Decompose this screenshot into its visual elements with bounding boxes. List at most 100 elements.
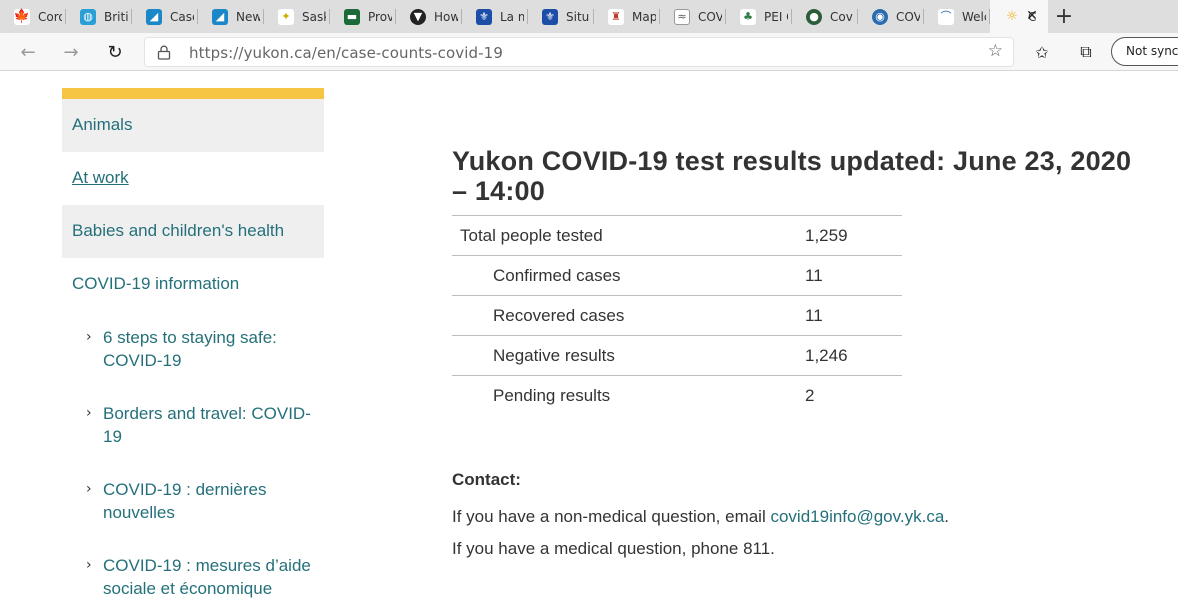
tab-title: COVII — [896, 9, 920, 24]
sidebar-subitem-label[interactable]: Borders and travel: COVID-19 — [103, 404, 311, 446]
sidebar-accent-bar — [62, 88, 324, 99]
tab-title: Covic — [830, 9, 854, 24]
manitoba-icon: ▬ — [344, 8, 360, 25]
tab-title: News — [236, 9, 260, 24]
sidebar-subitem[interactable]: › Borders and travel: COVID-19 — [62, 402, 324, 448]
sidebar-subitem-label[interactable]: 6 steps to staying safe: COVID-19 — [103, 328, 277, 370]
browser-tab[interactable]: ⌒ Welco — [924, 0, 990, 33]
browser-tab[interactable]: ⚜ La ma — [462, 0, 528, 33]
address-bar[interactable]: https://yukon.ca/en/case-counts-covid-19… — [144, 37, 1014, 67]
tab-title: PEI C — [764, 9, 788, 24]
sidebar-subitem[interactable]: › COVID-19 : mesures d’aide sociale et é… — [62, 554, 324, 600]
page-title: Yukon COVID-19 test results updated: Jun… — [452, 146, 1132, 206]
maple-leaf-icon: 🍁 — [13, 8, 31, 25]
browser-tab[interactable]: ◢ News — [198, 0, 264, 33]
test-results-table: Total people tested 1,259 Confirmed case… — [452, 215, 902, 416]
tab-title: Coror — [38, 9, 62, 24]
browser-tab[interactable]: ≈ COVII — [660, 0, 726, 33]
nl-icon: ● — [806, 8, 822, 25]
quebec-icon: ⚜ — [476, 8, 492, 25]
pei-icon: ♣ — [740, 8, 756, 25]
url-text[interactable]: https://yukon.ca/en/case-counts-covid-19 — [189, 44, 503, 62]
chevron-right-icon: › — [86, 329, 92, 345]
results-value: 2 — [805, 385, 815, 405]
browser-tab[interactable]: ⚜ Situat — [528, 0, 594, 33]
results-value: 11 — [797, 295, 902, 336]
main-content: Yukon COVID-19 test results updated: Jun… — [452, 146, 1152, 559]
forward-arrow-icon[interactable]: → — [57, 38, 85, 66]
results-value: 1,246 — [797, 335, 902, 376]
tab-title: COVII — [698, 9, 722, 24]
table-row: Pending results 2 — [452, 376, 902, 416]
browser-tab[interactable]: ◢ Cases — [132, 0, 198, 33]
nunavut-icon: ⌒ — [938, 8, 954, 25]
tab-title: Provi — [368, 9, 392, 24]
close-tab-icon[interactable]: ✕ — [1024, 8, 1040, 24]
tab-title: Britisl — [104, 9, 128, 24]
table-row: Negative results 1,246 — [452, 335, 902, 376]
table-row: Confirmed cases 11 — [452, 255, 902, 296]
browser-tab[interactable]: ▼ How — [396, 0, 462, 33]
sidebar-item-animals[interactable]: Animals — [62, 99, 324, 152]
alberta-icon: ◢ — [212, 8, 228, 25]
nwt-icon: ◉ — [872, 8, 888, 25]
sidebar-item-babies-children-health[interactable]: Babies and children's health — [62, 205, 324, 258]
sidebar-nav: Animals At work Babies and children's he… — [62, 88, 324, 600]
contact-email-suffix: . — [944, 506, 950, 526]
contact-email-link[interactable]: covid19info@gov.yk.ca — [770, 507, 944, 526]
contact-email-line: If you have a non-medical question, emai… — [452, 507, 1152, 527]
sask-icon: ✦ — [278, 8, 294, 25]
browser-tab[interactable]: ▬ Provi — [330, 0, 396, 33]
browser-tab[interactable]: ◉ COVII — [858, 0, 924, 33]
tab-title: La ma — [500, 9, 524, 24]
browser-toolbar: ← → ↻ https://yukon.ca/en/case-counts-co… — [0, 33, 1178, 71]
browser-tab[interactable]: ♜ Maps — [594, 0, 660, 33]
chevron-right-icon: › — [86, 405, 92, 421]
browser-tab[interactable]: ♣ PEI C — [726, 0, 792, 33]
results-value: 1,259 — [797, 215, 902, 256]
favorite-star-icon[interactable]: ☆ — [988, 41, 1003, 61]
nb-icon: ♜ — [608, 8, 624, 25]
contact-email-prefix: If you have a non-medical question, emai… — [452, 506, 771, 526]
browser-tab[interactable]: 🍁 Coror — [0, 0, 66, 33]
tab-title: Maps — [632, 9, 656, 24]
tab-title: Saska — [302, 9, 326, 24]
sidebar-subitem[interactable]: › 6 steps to staying safe: COVID-19 — [62, 326, 324, 372]
chevron-right-icon: › — [86, 481, 92, 497]
results-value: 11 — [797, 255, 902, 296]
contact-heading: Contact: — [452, 469, 521, 489]
tab-title: How — [434, 9, 458, 24]
tab-title: Welco — [962, 9, 986, 24]
browser-tab[interactable]: ◍ Britisl — [66, 0, 132, 33]
profile-sync-button[interactable]: Not syncing — [1111, 37, 1178, 66]
back-arrow-icon[interactable]: ← — [14, 38, 42, 66]
chevron-right-icon: › — [86, 557, 92, 573]
collections-icon[interactable]: ⧉ — [1072, 38, 1100, 66]
bc-icon: ◍ — [80, 8, 96, 25]
results-label: Pending results — [493, 385, 611, 405]
sidebar-subitem-label[interactable]: COVID-19 : dernières nouvelles — [103, 480, 266, 522]
results-label: Total people tested — [452, 215, 797, 256]
tab-title: Situat — [566, 9, 590, 24]
table-row: Recovered cases 11 — [452, 295, 902, 336]
browser-tab-active[interactable]: ☼ C ✕ — [990, 0, 1048, 33]
contact-phone-line: If you have a medical question, phone 81… — [452, 538, 775, 558]
ontario-icon: ▼ — [410, 8, 426, 25]
browser-tab[interactable]: ● Covic — [792, 0, 858, 33]
refresh-icon[interactable]: ↻ — [101, 38, 129, 66]
sidebar-item-covid-info[interactable]: COVID-19 information — [62, 258, 324, 311]
lock-icon — [157, 45, 171, 60]
ns-icon: ≈ — [674, 8, 690, 25]
alberta-icon: ◢ — [146, 8, 162, 25]
new-tab-button[interactable]: + — [1048, 0, 1080, 33]
results-label: Negative results — [452, 335, 797, 376]
quebec-icon: ⚜ — [542, 8, 558, 25]
results-label: Confirmed cases — [452, 255, 797, 296]
results-label: Recovered cases — [452, 295, 797, 336]
favorites-list-icon[interactable]: ✩ — [1028, 38, 1056, 66]
sidebar-item-at-work[interactable]: At work — [62, 152, 324, 205]
table-row: Total people tested 1,259 — [452, 215, 902, 256]
sidebar-subitem-label[interactable]: COVID-19 : mesures d’aide sociale et éco… — [103, 556, 311, 598]
sidebar-subitem[interactable]: › COVID-19 : dernières nouvelles — [62, 478, 324, 524]
browser-tab[interactable]: ✦ Saska — [264, 0, 330, 33]
